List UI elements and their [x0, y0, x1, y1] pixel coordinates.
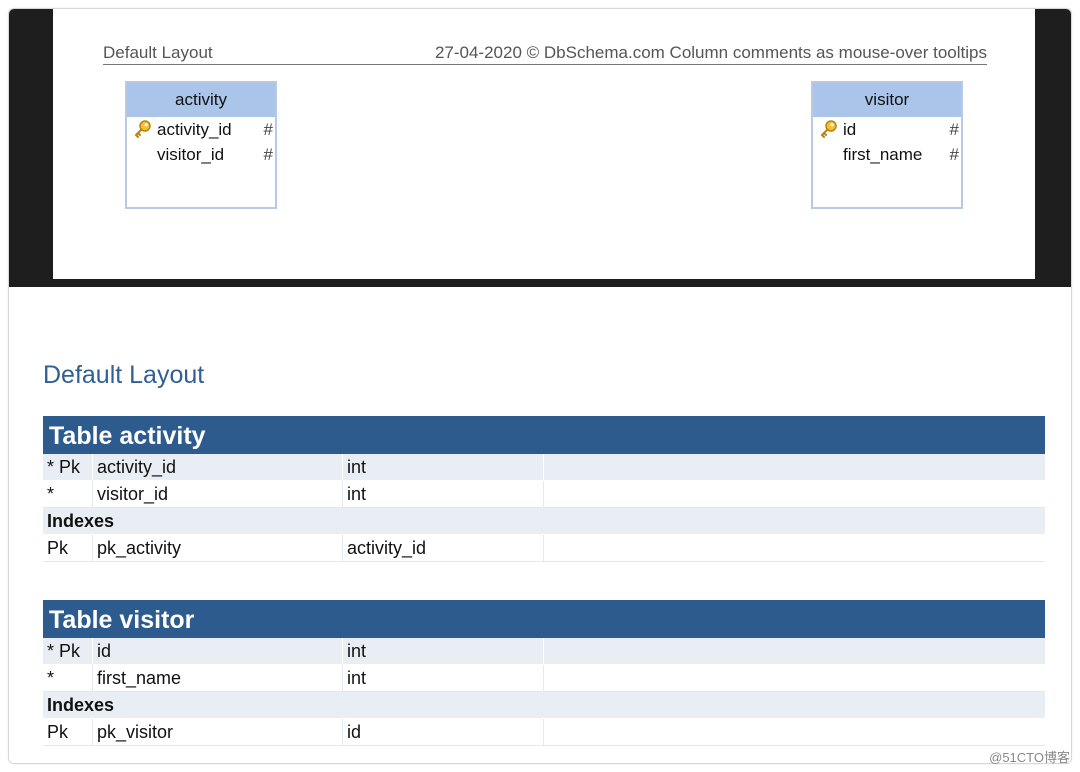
- column-type-marker: #: [263, 120, 273, 139]
- column-type-marker: #: [263, 145, 273, 164]
- column-comment: [544, 665, 1045, 692]
- column-name: visitor_id: [93, 481, 343, 508]
- index-name: pk_activity: [93, 535, 343, 562]
- column-flags: *: [43, 481, 93, 508]
- diagram-header-info: 27-04-2020 © DbSchema.com Column comment…: [434, 43, 987, 62]
- diagram-header: Default Layout 27-04-2020 © DbSchema.com…: [103, 43, 987, 65]
- column-type: int: [343, 638, 544, 665]
- index-row: Pk pk_visitor id: [43, 719, 1045, 746]
- column-comment: [544, 481, 1045, 508]
- entity-visitor[interactable]: visitor id # first_name #: [811, 81, 963, 209]
- table-visitor-doc: Table visitor * Pk id int * first_name i…: [43, 600, 1045, 746]
- table-activity-doc: Table activity * Pk activity_id int * vi…: [43, 416, 1045, 562]
- watermark: @51CTO博客: [989, 750, 1070, 765]
- diagram-page: Default Layout 27-04-2020 © DbSchema.com…: [53, 9, 1035, 279]
- column-name: activity_id: [157, 120, 232, 139]
- index-comment: [544, 535, 1045, 562]
- column-type: int: [343, 454, 544, 481]
- index-comment: [544, 719, 1045, 746]
- index-type: Pk: [43, 535, 93, 562]
- index-type: Pk: [43, 719, 93, 746]
- table-row: * Pk activity_id int: [43, 454, 1045, 481]
- entity-column[interactable]: activity_id #: [127, 117, 275, 142]
- column-name: first_name: [93, 665, 343, 692]
- entity-title: activity: [127, 83, 275, 117]
- diagram-layout-name: Default Layout: [103, 43, 213, 62]
- column-comment: [544, 454, 1045, 481]
- column-name: id: [93, 638, 343, 665]
- column-name: first_name: [843, 145, 923, 164]
- entity-activity[interactable]: activity activity_id # visitor_id #: [125, 81, 277, 209]
- column-type: int: [343, 665, 544, 692]
- indexes-heading: Indexes: [43, 508, 1045, 535]
- table-row: * first_name int: [43, 665, 1045, 692]
- entity-column[interactable]: id #: [813, 117, 961, 142]
- table-title: Table visitor: [43, 600, 1045, 638]
- diagram-viewer-background: Default Layout 27-04-2020 © DbSchema.com…: [9, 9, 1071, 287]
- column-name: id: [843, 120, 857, 139]
- table-row: * visitor_id int: [43, 481, 1045, 508]
- primary-key-icon: [134, 120, 151, 138]
- table-row: * Pk id int: [43, 638, 1045, 665]
- column-type-marker: #: [949, 120, 959, 139]
- document-frame: Default Layout 27-04-2020 © DbSchema.com…: [8, 8, 1072, 764]
- column-name: visitor_id: [157, 145, 225, 164]
- table-title: Table activity: [43, 416, 1045, 454]
- index-row: Pk pk_activity activity_id: [43, 535, 1045, 562]
- entity-column[interactable]: first_name #: [813, 142, 961, 167]
- column-comment: [544, 638, 1045, 665]
- doc-layout-title: Default Layout: [43, 361, 205, 389]
- column-flags: * Pk: [43, 638, 93, 665]
- column-type-marker: #: [949, 145, 959, 164]
- index-name: pk_visitor: [93, 719, 343, 746]
- index-columns: id: [343, 719, 544, 746]
- indexes-heading: Indexes: [43, 692, 1045, 719]
- column-flags: * Pk: [43, 454, 93, 481]
- primary-key-icon: [820, 120, 837, 138]
- column-name: activity_id: [93, 454, 343, 481]
- column-type: int: [343, 481, 544, 508]
- index-columns: activity_id: [343, 535, 544, 562]
- column-flags: *: [43, 665, 93, 692]
- entity-title: visitor: [813, 83, 961, 117]
- entity-column[interactable]: visitor_id #: [127, 142, 275, 167]
